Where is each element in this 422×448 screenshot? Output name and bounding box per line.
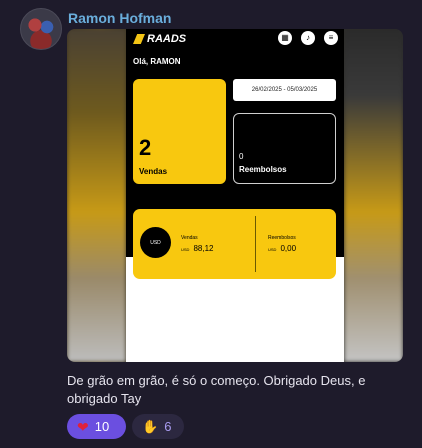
reaction-heart-count: 10	[94, 419, 110, 434]
refunds-count: 0	[239, 152, 244, 161]
usd-sales-value: USD 88,12	[181, 244, 213, 253]
reaction-clap[interactable]: ✋ 6	[132, 414, 184, 439]
sales-label: Vendas	[139, 167, 168, 176]
calendar-icon: ▦	[278, 31, 292, 45]
message-image[interactable]: RAADS ▦ ♪ ≡ Olá, RAMON 2 Vendas 26/02/20…	[67, 29, 403, 362]
author-name[interactable]: Ramon Hofman	[68, 10, 171, 26]
message-text: De grão em grão, é só o começo. Obrigado…	[67, 373, 366, 406]
usd-summary-card: USD Vendas USD 88,12 Reembolsos USD 0,00	[133, 209, 336, 279]
usd-refunds-value: USD 0,00	[268, 244, 296, 253]
usd-refunds-amount: 0,00	[280, 244, 297, 253]
usd-sales-currency: USD	[181, 247, 190, 252]
heart-icon: ❤	[77, 418, 89, 435]
usd-divider	[255, 216, 256, 272]
clapping-hands-icon: ✋	[142, 419, 159, 434]
header-icons: ▦ ♪ ≡	[278, 31, 338, 45]
greeting: Olá, RAMON	[133, 57, 181, 66]
usd-sales-amount: 88,12	[193, 244, 214, 253]
usd-badge: USD	[140, 227, 171, 258]
logo-mark-icon	[133, 34, 145, 44]
menu-icon: ≡	[324, 31, 338, 45]
app-screenshot: RAADS ▦ ♪ ≡ Olá, RAMON 2 Vendas 26/02/20…	[126, 29, 344, 362]
refunds-label: Reembolsos	[239, 165, 287, 174]
image-blur-right	[344, 29, 403, 362]
reaction-heart[interactable]: ❤ 10	[67, 414, 126, 439]
avatar[interactable]	[20, 8, 62, 50]
reaction-clap-count: 6	[164, 419, 172, 434]
sales-card: 2 Vendas	[133, 79, 226, 184]
bell-icon: ♪	[301, 31, 315, 45]
brand-logo: RAADS	[133, 33, 186, 45]
sales-count: 2	[139, 135, 152, 160]
usd-refunds-currency: USD	[268, 247, 277, 252]
usd-refunds-title: Reembolsos	[268, 235, 296, 241]
usd-sales-title: Vendas	[181, 235, 198, 241]
brand-name: RAADS	[147, 33, 187, 45]
image-blur-left	[67, 29, 126, 362]
refunds-card: 0 Reembolsos	[233, 113, 336, 184]
date-range-picker: 26/02/2025 - 05/03/2025	[233, 79, 336, 101]
